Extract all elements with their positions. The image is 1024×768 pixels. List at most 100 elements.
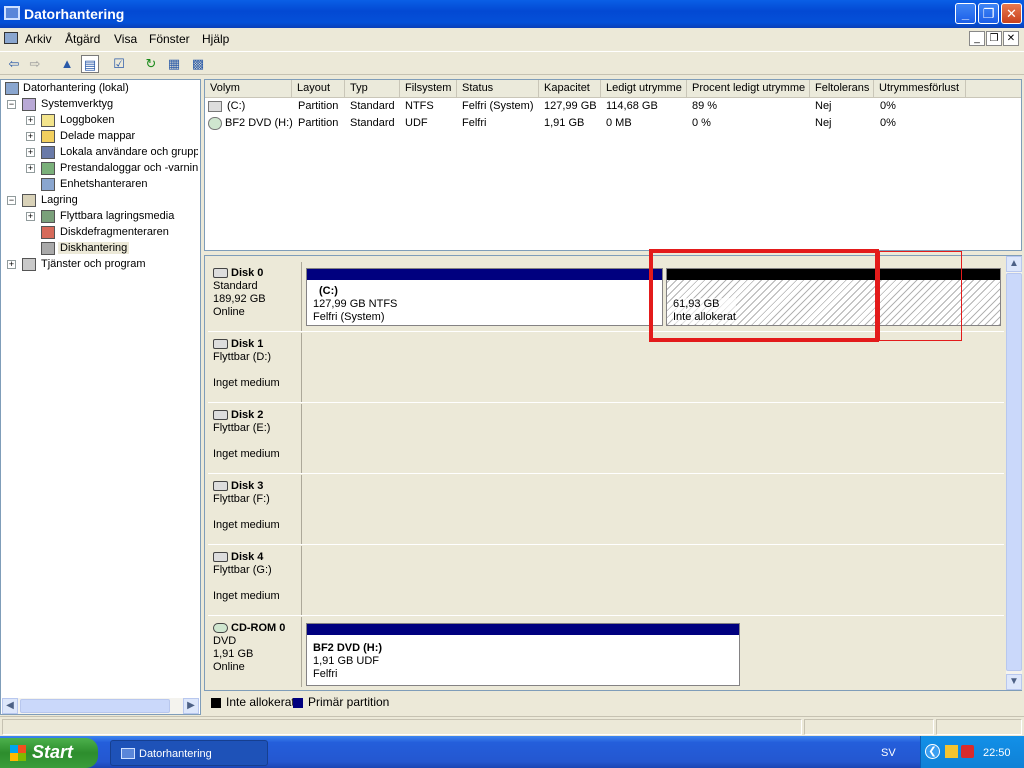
cdrom-icon <box>213 623 228 633</box>
collapse-icon[interactable]: − <box>7 100 16 109</box>
disk-2-info[interactable]: Disk 2 Flyttbar (E:) Inget medium <box>208 404 302 473</box>
col-utrymmesforlust[interactable]: Utrymmesförlust <box>874 80 966 98</box>
removable-storage-icon <box>41 210 55 223</box>
primary-swatch <box>293 698 303 708</box>
scroll-thumb[interactable] <box>20 699 170 713</box>
removable-disk-icon <box>213 552 228 562</box>
disk-3-info[interactable]: Disk 3 Flyttbar (F:) Inget medium <box>208 475 302 544</box>
removable-disk-icon <box>213 339 228 349</box>
status-bar <box>0 716 1024 736</box>
computer-management-icon <box>121 748 135 759</box>
language-indicator[interactable]: SV <box>881 747 896 759</box>
system-menu-icon[interactable] <box>4 32 18 44</box>
mdi-restore-button[interactable]: ❐ <box>986 31 1002 46</box>
disk-2-row[interactable]: Disk 2 Flyttbar (E:) Inget medium <box>208 404 1004 474</box>
disk-management-icon <box>41 242 55 255</box>
expand-icon[interactable]: + <box>26 164 35 173</box>
unallocated-swatch <box>211 698 221 708</box>
clock[interactable]: 22:50 <box>983 747 1011 759</box>
disk-4-info[interactable]: Disk 4 Flyttbar (G:) Inget medium <box>208 546 302 615</box>
windows-logo-icon <box>10 745 26 761</box>
primary-partition-bar <box>307 624 739 635</box>
menu-visa[interactable]: Visa <box>114 32 137 46</box>
disk-4-row[interactable]: Disk 4 Flyttbar (G:) Inget medium <box>208 546 1004 616</box>
console-tree[interactable]: Datorhantering (lokal) − Systemverktyg +… <box>0 79 201 715</box>
col-volym[interactable]: Volym <box>205 80 292 98</box>
expand-icon[interactable]: + <box>26 148 35 157</box>
mdi-minimize-button[interactable]: _ <box>969 31 985 46</box>
col-typ[interactable]: Typ <box>345 80 400 98</box>
security-shield-icon[interactable] <box>961 745 974 758</box>
forward-icon[interactable]: ⇨ <box>26 55 44 73</box>
disk-vertical-scrollbar[interactable]: ▲ ▼ <box>1006 256 1022 690</box>
col-layout[interactable]: Layout <box>292 80 345 98</box>
menu-bar: Arkiv Åtgärd Visa Fönster Hjälp <box>0 28 1024 50</box>
defrag-icon <box>41 226 55 239</box>
highlight-box-thin <box>879 251 962 341</box>
up-folder-icon[interactable]: ▲ <box>58 55 76 73</box>
taskbar-item-datorhantering[interactable]: Datorhantering <box>110 740 268 766</box>
volume-list[interactable]: Volym Layout Typ Filsystem Status Kapaci… <box>204 79 1022 251</box>
status-segment <box>936 719 1022 735</box>
disk-0-info[interactable]: Disk 0 Standard 189,92 GB Online <box>208 262 302 331</box>
scroll-left-icon[interactable]: ◀ <box>2 698 18 714</box>
disk-3-row[interactable]: Disk 3 Flyttbar (F:) Inget medium <box>208 475 1004 545</box>
expand-icon[interactable]: + <box>26 212 35 221</box>
table-row[interactable]: BF2 DVD (H:) Partition Standard UDF Felf… <box>205 115 1021 132</box>
status-segment <box>804 719 934 735</box>
title-bar[interactable]: Datorhantering _ ❐ ✕ <box>0 0 1024 28</box>
cdrom-0-info[interactable]: CD-ROM 0 DVD 1,91 GB Online <box>208 617 302 687</box>
chevron-left-icon[interactable]: ❮ <box>925 744 940 759</box>
taskbar: Start Datorhantering SV ❮ 22:50 <box>0 736 1024 768</box>
disk-1-info[interactable]: Disk 1 Flyttbar (D:) Inget medium <box>208 333 302 402</box>
menu-atgard[interactable]: Åtgärd <box>65 32 100 46</box>
col-kapacitet[interactable]: Kapacitet <box>539 80 601 98</box>
col-empty <box>966 80 1021 98</box>
network-warning-icon[interactable] <box>945 745 958 758</box>
expand-icon[interactable]: + <box>26 132 35 141</box>
table-row[interactable]: (C:) Partition Standard NTFS Felfri (Sys… <box>205 98 1021 115</box>
hard-disk-icon <box>213 268 228 278</box>
scroll-up-icon[interactable]: ▲ <box>1006 256 1022 272</box>
col-feltolerans[interactable]: Feltolerans <box>810 80 874 98</box>
col-ledigt[interactable]: Ledigt utrymme <box>601 80 687 98</box>
storage-icon <box>22 194 36 207</box>
col-status[interactable]: Status <box>457 80 539 98</box>
partition-dvd[interactable]: BF2 DVD (H:) 1,91 GB UDF Felfri <box>306 623 740 686</box>
export-icon[interactable]: ▦ <box>165 55 183 73</box>
show-hide-tree-icon[interactable]: ▤ <box>81 55 99 73</box>
mdi-close-button[interactable]: ✕ <box>1003 31 1019 46</box>
col-procent[interactable]: Procent ledigt utrymme <box>687 80 810 98</box>
disk-1-row[interactable]: Disk 1 Flyttbar (D:) Inget medium <box>208 333 1004 403</box>
menu-hjalp[interactable]: Hjälp <box>202 32 229 46</box>
minimize-button[interactable]: _ <box>955 3 976 24</box>
event-viewer-icon <box>41 114 55 127</box>
removable-disk-icon <box>213 481 228 491</box>
scroll-thumb[interactable] <box>1006 273 1022 671</box>
expand-icon[interactable]: + <box>7 260 16 269</box>
refresh-icon[interactable]: ↻ <box>142 55 160 73</box>
col-filsystem[interactable]: Filsystem <box>400 80 457 98</box>
computer-management-icon <box>4 6 20 20</box>
scroll-right-icon[interactable]: ▶ <box>183 698 199 714</box>
dvd-icon <box>208 117 222 130</box>
close-button[interactable]: ✕ <box>1001 3 1022 24</box>
tree-horizontal-scrollbar[interactable]: ◀ ▶ <box>2 698 199 714</box>
system-tray: ❮ 22:50 <box>920 736 1024 768</box>
menu-arkiv[interactable]: Arkiv <box>25 32 52 46</box>
back-icon[interactable]: ⇦ <box>5 55 23 73</box>
collapse-icon[interactable]: − <box>7 196 16 205</box>
partition-c[interactable]: (C:) 127,99 GB NTFS Felfri (System) <box>306 268 663 326</box>
legend: Inte allokerat Primär partition <box>204 692 1022 712</box>
scroll-down-icon[interactable]: ▼ <box>1006 674 1022 690</box>
shared-folder-icon <box>41 130 55 143</box>
toolbar: ⇦ ⇨ ▲ ▤ ☑ ↻ ▦ ▩ <box>0 51 1024 75</box>
properties-icon[interactable]: ☑ <box>110 55 128 73</box>
expand-icon[interactable]: + <box>26 116 35 125</box>
tools-icon <box>22 98 36 111</box>
menu-fonster[interactable]: Fönster <box>149 32 190 46</box>
help-icon[interactable]: ▩ <box>189 55 207 73</box>
maximize-button[interactable]: ❐ <box>978 3 999 24</box>
cdrom-0-row[interactable]: CD-ROM 0 DVD 1,91 GB Online BF2 DVD (H:)… <box>208 617 1004 687</box>
start-button[interactable]: Start <box>0 738 98 768</box>
